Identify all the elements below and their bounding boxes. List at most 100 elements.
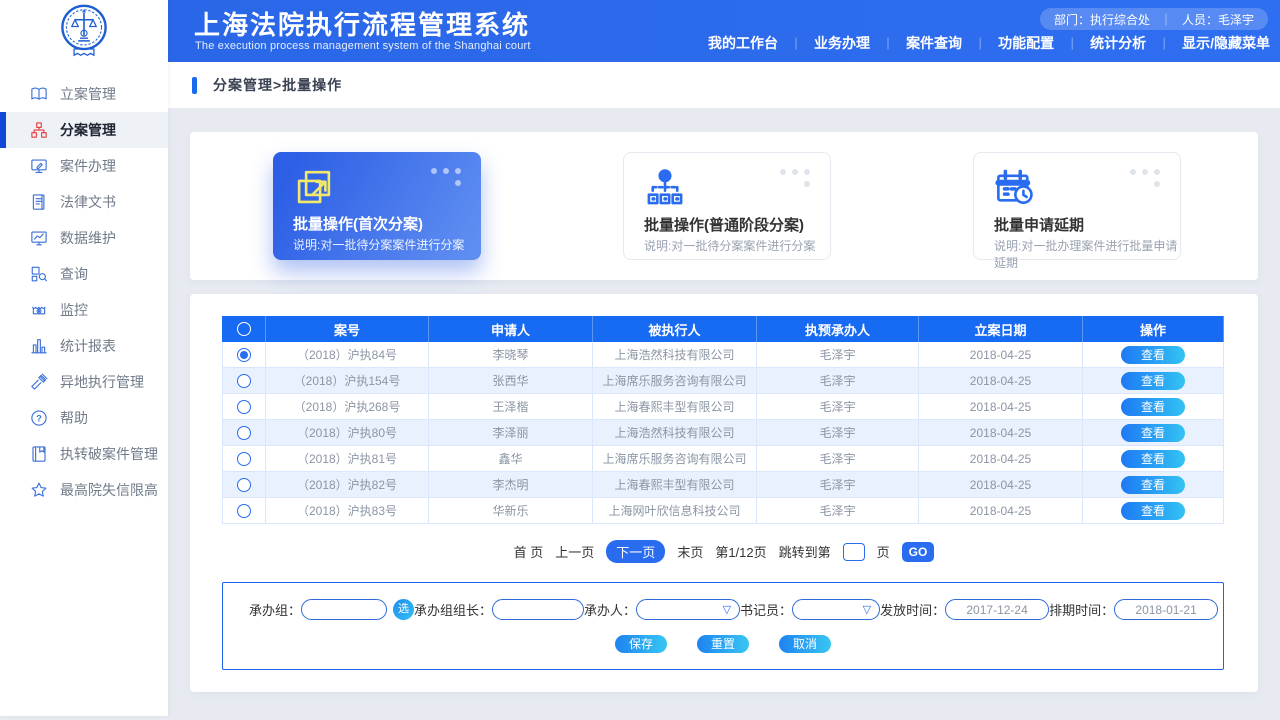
sidebar-item-label: 执转破案件管理	[60, 444, 158, 464]
row-radio[interactable]	[237, 426, 251, 440]
sidebar-item-bankruptcy-cases[interactable]: 执转破案件管理	[0, 436, 168, 472]
cancel-button[interactable]: 取消	[779, 635, 831, 653]
document-icon	[30, 193, 48, 211]
radio-cell	[222, 446, 266, 472]
sidebar-item-monitoring[interactable]: 监控	[0, 292, 168, 328]
cell-officer: 毛泽宇	[757, 446, 919, 472]
table-row: （2018）沪执82号李杰明上海春熙丰型有限公司毛泽宇2018-04-25查看	[222, 472, 1224, 498]
cell-executee: 上海春熙丰型有限公司	[593, 394, 757, 420]
card-batch-normal-assignment[interactable]: 批量操作(普通阶段分案)说明:对一批待分案案件进行分案	[623, 152, 831, 260]
view-button[interactable]: 查看	[1121, 450, 1185, 468]
sidebar-item-remote-execution[interactable]: 异地执行管理	[0, 364, 168, 400]
monitor-edit-icon	[30, 157, 48, 175]
action-cell: 查看	[1083, 342, 1224, 368]
sidebar-item-help[interactable]: ? 帮助	[0, 400, 168, 436]
row-radio[interactable]	[237, 374, 251, 388]
row-radio[interactable]	[237, 504, 251, 518]
table-header-row: 案号申请人被执行人执预承办人立案日期操作	[222, 316, 1224, 342]
page-prev-link[interactable]: 上一页	[555, 542, 594, 561]
row-radio[interactable]	[237, 452, 251, 466]
card-title: 批量操作(普通阶段分案)	[644, 214, 804, 235]
nav-item-0[interactable]: 我的工作台	[708, 33, 778, 53]
nav-item-1[interactable]: 业务办理	[814, 33, 870, 53]
tree-icon	[644, 167, 686, 209]
star-icon	[30, 481, 48, 499]
view-button[interactable]: 查看	[1121, 476, 1185, 494]
sidebar-item-label: 最高院失信限高	[60, 480, 158, 500]
row-radio[interactable]	[237, 348, 251, 362]
cell-date: 2018-04-25	[919, 446, 1083, 472]
issue-date-input[interactable]	[945, 599, 1049, 620]
dot	[1130, 169, 1136, 175]
svg-text:?: ?	[36, 413, 42, 423]
page-last-link[interactable]: 末页	[677, 542, 703, 561]
sidebar-item-label: 数据维护	[60, 228, 116, 248]
row-radio[interactable]	[237, 400, 251, 414]
sidebar-menu: 立案管理分案管理案件办理法律文书数据维护查询监控统计报表异地执行管理? 帮助执转破…	[0, 62, 168, 508]
chevron-down-icon: ▽	[863, 603, 871, 616]
gavel-icon	[30, 373, 48, 391]
card-batch-first-assignment[interactable]: 批量操作(首次分案)说明:对一批待分案案件进行分案	[273, 152, 481, 260]
sidebar-item-case-handling[interactable]: 案件办理	[0, 148, 168, 184]
radio-all-icon[interactable]	[237, 322, 251, 336]
dot	[443, 168, 449, 174]
view-button[interactable]: 查看	[1121, 346, 1185, 364]
form-field-issue-date: 发放时间：	[880, 599, 1049, 620]
form-field-clerk: 书记员：▽	[740, 599, 880, 620]
card-batch-extension[interactable]: 批量申请延期说明:对一批办理案件进行批量申请延期	[973, 152, 1181, 260]
more-dots-icon	[431, 166, 465, 188]
cell-executee: 上海席乐服务咨询有限公司	[593, 446, 757, 472]
radio-cell	[222, 498, 266, 524]
assignment-form: 承办组：选承办组组长：承办人：▽书记员：▽发放时间：排期时间： 保存重置取消	[222, 582, 1224, 670]
dot	[804, 169, 810, 175]
table-header-cell: 执预承办人	[757, 316, 919, 342]
sidebar-item-data-maintenance[interactable]: 数据维护	[0, 220, 168, 256]
sidebar-item-label: 查询	[60, 264, 88, 284]
nav-item-2[interactable]: 案件查询	[906, 33, 962, 53]
sidebar-item-case-filing[interactable]: 立案管理	[0, 76, 168, 112]
view-button[interactable]: 查看	[1121, 424, 1185, 442]
schedule-date-input[interactable]	[1114, 599, 1218, 620]
sidebar-item-label: 帮助	[60, 408, 88, 428]
page-jump-input[interactable]	[843, 543, 865, 561]
cell-case_no: （2018）沪执84号	[266, 342, 429, 368]
view-button[interactable]: 查看	[1121, 372, 1185, 390]
nav-item-5[interactable]: 显示/隐藏菜单	[1182, 33, 1270, 53]
view-button[interactable]: 查看	[1121, 502, 1185, 520]
cell-officer: 毛泽宇	[757, 420, 919, 446]
view-button[interactable]: 查看	[1121, 398, 1185, 416]
sidebar-item-legal-documents[interactable]: 法律文书	[0, 184, 168, 220]
cell-date: 2018-04-25	[919, 394, 1083, 420]
undertake-group-input[interactable]	[301, 599, 387, 620]
radio-cell	[222, 472, 266, 498]
sidebar-item-statistics-report[interactable]: 统计报表	[0, 328, 168, 364]
sidebar-item-case-assignment[interactable]: 分案管理	[0, 112, 168, 148]
group-leader-input[interactable]	[492, 599, 584, 620]
pick-group-button[interactable]: 选	[393, 599, 414, 620]
dept-label: 部门：执行综合处	[1054, 11, 1150, 28]
page-first-link[interactable]: 首 页	[514, 542, 544, 561]
sidebar-item-supreme-court-blacklist[interactable]: 最高院失信限高	[0, 472, 168, 508]
radio-cell	[222, 394, 266, 420]
reset-button[interactable]: 重置	[697, 635, 749, 653]
save-button[interactable]: 保存	[615, 635, 667, 653]
cell-applicant: 李泽丽	[429, 420, 593, 446]
table-panel: 案号申请人被执行人执预承办人立案日期操作（2018）沪执84号李晓琴上海浩然科技…	[190, 294, 1258, 692]
go-button[interactable]: GO	[902, 542, 935, 562]
sidebar-item-label: 统计报表	[60, 336, 116, 356]
sidebar-item-label: 案件办理	[60, 156, 116, 176]
nav-item-3[interactable]: 功能配置	[998, 33, 1054, 53]
nav-item-4[interactable]: 统计分析	[1090, 33, 1146, 53]
clerk-select[interactable]: ▽	[792, 599, 880, 620]
sidebar-item-query[interactable]: 查询	[0, 256, 168, 292]
card-description: 说明:对一批待分案案件进行分案	[293, 236, 464, 253]
sidebar-item-label: 分案管理	[60, 120, 116, 140]
dot	[780, 169, 786, 175]
undertaker-select[interactable]: ▽	[636, 599, 740, 620]
more-dots-icon	[1130, 167, 1164, 189]
card-description: 说明:对一批办理案件进行批量申请延期	[994, 237, 1180, 271]
page-next-link[interactable]: 下一页	[606, 540, 665, 563]
row-radio[interactable]	[237, 478, 251, 492]
table-row: （2018）沪执154号张西华上海席乐服务咨询有限公司毛泽宇2018-04-25…	[222, 368, 1224, 394]
cell-case_no: （2018）沪执154号	[266, 368, 429, 394]
